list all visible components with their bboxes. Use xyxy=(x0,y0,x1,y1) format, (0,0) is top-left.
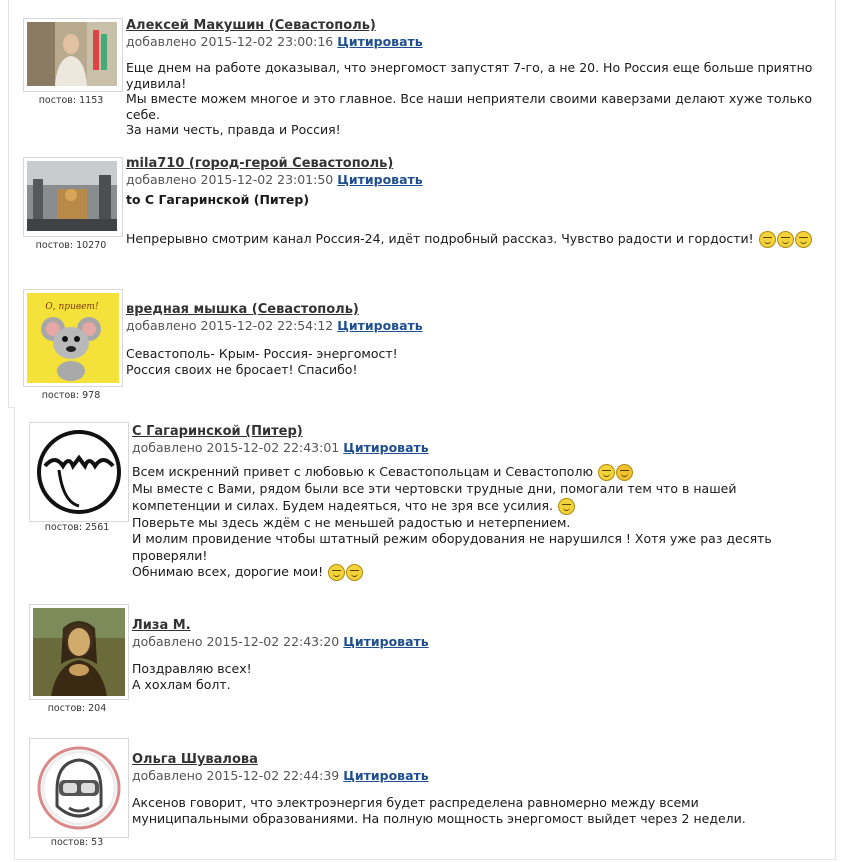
avatar[interactable] xyxy=(29,738,129,838)
forum-post: О, привет! постов: 978 вредная мышка (Се… xyxy=(8,274,836,408)
avatar[interactable] xyxy=(29,604,129,700)
avatar-batman-logo xyxy=(33,426,125,518)
forum-post: постов: 10270 mila710 (город-герой Севас… xyxy=(8,140,836,275)
smile-icon xyxy=(557,497,575,515)
post-body: Севастополь- Крым- Россия- энергомост! Р… xyxy=(126,346,825,377)
post-text: Еще днем на работе доказывал, что энерго… xyxy=(126,60,813,91)
post-body: Всем искренний привет с любовью к Севаст… xyxy=(132,464,825,581)
avatar-photo-man xyxy=(27,22,117,86)
grin-icon xyxy=(615,464,633,481)
post-text: Обнимаю всех, дорогие мои! xyxy=(132,564,324,579)
post-content: вредная мышка (Севастополь) добавлено 20… xyxy=(126,302,825,377)
avatar[interactable]: О, привет! xyxy=(23,289,123,387)
post-text: Аксенов говорит, что электроэнергия буде… xyxy=(132,795,746,826)
post-text: Мы вместе с Вами, рядом были все эти чер… xyxy=(132,481,737,513)
post-date: добавлено 2015-12-02 22:43:01 xyxy=(132,440,340,455)
post-body: Непрерывно смотрим канал Россия-24, идёт… xyxy=(126,231,825,248)
author-link[interactable]: вредная мышка (Севастополь) xyxy=(126,302,825,317)
post-text: Непрерывно смотрим канал Россия-24, идёт… xyxy=(126,231,754,246)
post-meta: добавлено 2015-12-02 22:44:39 Цитировать xyxy=(132,768,825,783)
quote-button[interactable]: Цитировать xyxy=(343,768,428,783)
post-count: постов: 204 xyxy=(47,703,107,714)
post-content: С Гагаринской (Питер) добавлено 2015-12-… xyxy=(132,424,825,581)
post-text: Севастополь- Крым- Россия- энергомост! xyxy=(126,346,398,361)
post-text: А хохлам болт. xyxy=(132,676,231,692)
reply-to: to С Гагаринской (Питер) xyxy=(126,192,310,207)
post-meta: добавлено 2015-12-02 23:01:50 Цитировать xyxy=(126,172,825,187)
post-count: постов: 10270 xyxy=(35,240,107,251)
post-meta: добавлено 2015-12-02 22:43:01 Цитировать xyxy=(132,440,825,455)
quote-button[interactable]: Цитировать xyxy=(343,440,428,455)
post-count: постов: 978 xyxy=(41,390,101,401)
post-count: постов: 2561 xyxy=(44,522,110,533)
avatar[interactable] xyxy=(23,157,123,237)
forum-post: постов: 2561 С Гагаринской (Питер) добав… xyxy=(14,407,836,590)
smile-icon xyxy=(776,231,794,248)
avatar-mona-lisa xyxy=(33,608,125,696)
post-date: добавлено 2015-12-02 23:01:50 xyxy=(126,172,334,187)
smile-icon xyxy=(346,564,364,581)
avatar[interactable] xyxy=(23,18,123,92)
post-count: постов: 1153 xyxy=(38,95,104,106)
quote-button[interactable]: Цитировать xyxy=(337,318,422,333)
avatar-goggles-icon xyxy=(33,742,125,834)
post-content: Ольга Шувалова добавлено 2015-12-02 22:4… xyxy=(132,752,825,826)
post-text: Поверьте мы здесь ждём с не меньшей радо… xyxy=(132,514,571,530)
forum-post: постов: 53 Ольга Шувалова добавлено 2015… xyxy=(14,723,836,860)
author-link[interactable]: Алексей Макушин (Севастополь) xyxy=(126,18,825,33)
post-content: Лиза М. добавлено 2015-12-02 22:43:20 Цит… xyxy=(132,618,825,692)
post-meta: добавлено 2015-12-02 22:54:12 Цитировать xyxy=(126,318,825,333)
smile-icon xyxy=(794,231,812,248)
forum-post: постов: 1153 Алексей Макушин (Севастопол… xyxy=(8,0,836,141)
smile-icon xyxy=(328,564,346,581)
post-body: Аксенов говорит, что электроэнергия буде… xyxy=(132,795,825,826)
post-meta: добавлено 2015-12-02 23:00:16 Цитировать xyxy=(126,34,825,49)
post-body: Поздравляю всех! А хохлам болт. xyxy=(132,661,825,692)
post-content: Алексей Макушин (Севастополь) добавлено … xyxy=(126,18,825,138)
post-text: И молим провидение чтобы штатный режим о… xyxy=(132,531,772,563)
author-link[interactable]: С Гагаринской (Питер) xyxy=(132,424,825,439)
post-text: Мы вместе можем многое и это главное. Вс… xyxy=(126,91,813,122)
post-date: добавлено 2015-12-02 22:43:20 xyxy=(132,634,340,649)
author-link[interactable]: Ольга Шувалова xyxy=(132,752,825,767)
post-text: Россия своих не бросает! Спасибо! xyxy=(126,361,358,377)
avatar-caption: О, привет! xyxy=(45,302,99,312)
smile-icon xyxy=(597,464,615,481)
avatar-photo-street xyxy=(27,161,117,231)
post-count: постов: 53 xyxy=(50,837,104,848)
author-link[interactable]: Лиза М. xyxy=(132,618,825,633)
post-meta: добавлено 2015-12-02 22:43:20 Цитировать xyxy=(132,634,825,649)
post-text: Поздравляю всех! xyxy=(132,661,252,676)
avatar[interactable] xyxy=(29,422,129,522)
post-date: добавлено 2015-12-02 23:00:16 xyxy=(126,34,334,49)
post-date: добавлено 2015-12-02 22:54:12 xyxy=(126,318,334,333)
avatar-mouse: О, привет! xyxy=(27,293,117,383)
quote-button[interactable]: Цитировать xyxy=(337,172,422,187)
post-content: mila710 (город-герой Севастополь) добавл… xyxy=(126,156,825,248)
smile-icon xyxy=(758,231,776,248)
quote-button[interactable]: Цитировать xyxy=(337,34,422,49)
author-link[interactable]: mila710 (город-герой Севастополь) xyxy=(126,156,825,171)
post-text: За нами честь, правда и Россия! xyxy=(126,122,341,137)
post-date: добавлено 2015-12-02 22:44:39 xyxy=(132,768,340,783)
post-body: Еще днем на работе доказывал, что энерго… xyxy=(126,60,825,138)
quote-button[interactable]: Цитировать xyxy=(343,634,428,649)
forum-post: постов: 204 Лиза М. добавлено 2015-12-02… xyxy=(14,589,836,724)
post-text: Всем искренний привет с любовью к Севаст… xyxy=(132,464,593,479)
